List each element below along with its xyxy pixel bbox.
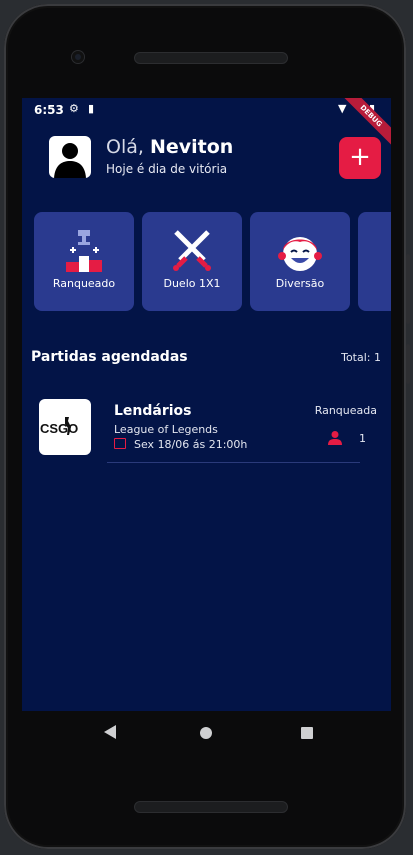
sd-card-icon: ▮ <box>88 102 95 115</box>
game-logo: CSGO <box>39 399 91 455</box>
laughing-face-icon <box>278 237 322 271</box>
category-card-diversao[interactable]: Diversão <box>250 212 350 311</box>
match-date: Sex 18/06 ás 21:00h <box>114 438 247 451</box>
matches-total: Total: 1 <box>341 351 381 364</box>
android-nav-bar <box>22 711 391 754</box>
crossed-swords-icon <box>173 230 211 271</box>
user-name: Neviton <box>149 136 234 158</box>
speaker-grille-bottom <box>134 801 288 813</box>
wifi-icon: ▼ <box>338 102 347 115</box>
category-label: Diversão <box>275 277 325 290</box>
category-card-duelo[interactable]: Duelo 1X1 <box>142 212 242 311</box>
podium-icon <box>66 230 102 272</box>
match-title[interactable]: Lendários <box>114 403 192 419</box>
greeting-subtitle: Hoje é dia de vitória <box>106 162 228 176</box>
app-screen: 6:53 ⚙ ▮ ▼ ▮ DEBUG Olá, Neviton Hoje é d… <box>22 98 391 711</box>
user-icon <box>328 431 342 445</box>
status-time: 6:53 <box>34 103 64 117</box>
status-bar: 6:53 ⚙ ▮ ▼ ▮ <box>22 98 391 122</box>
greeting: Olá, Neviton <box>106 136 233 158</box>
category-label: Ranqueado <box>52 277 116 290</box>
match-player-count: 1 <box>359 432 366 445</box>
list-divider <box>107 462 360 463</box>
match-game: League of Legends <box>114 423 218 436</box>
speaker-grille <box>134 52 288 64</box>
user-silhouette-icon <box>54 143 86 178</box>
csgo-logo-icon: CSGO <box>40 417 78 436</box>
add-match-button[interactable]: + <box>339 137 381 179</box>
volume-button <box>406 254 410 324</box>
category-card-ranqueado[interactable]: Ranqueado <box>34 212 134 311</box>
match-date-text: Sex 18/06 ás 21:00h <box>134 438 248 451</box>
camera-icon <box>72 51 84 63</box>
back-icon[interactable] <box>104 725 118 739</box>
settings-icon: ⚙ <box>69 102 79 115</box>
match-type: Ranqueada <box>314 404 377 417</box>
calendar-icon <box>114 438 126 449</box>
power-button <box>406 344 410 384</box>
home-icon[interactable] <box>200 727 212 739</box>
category-list: Ranqueado Duelo 1X1 Diversão <box>34 212 391 313</box>
avatar[interactable] <box>49 136 91 178</box>
recent-apps-icon[interactable] <box>301 727 313 739</box>
logo-text: CSGO <box>40 421 78 436</box>
category-label: Duelo 1X1 <box>163 277 221 290</box>
section-title: Partidas agendadas <box>31 349 188 365</box>
category-card-partial[interactable] <box>358 212 391 311</box>
greeting-prefix: Olá, <box>106 136 144 158</box>
